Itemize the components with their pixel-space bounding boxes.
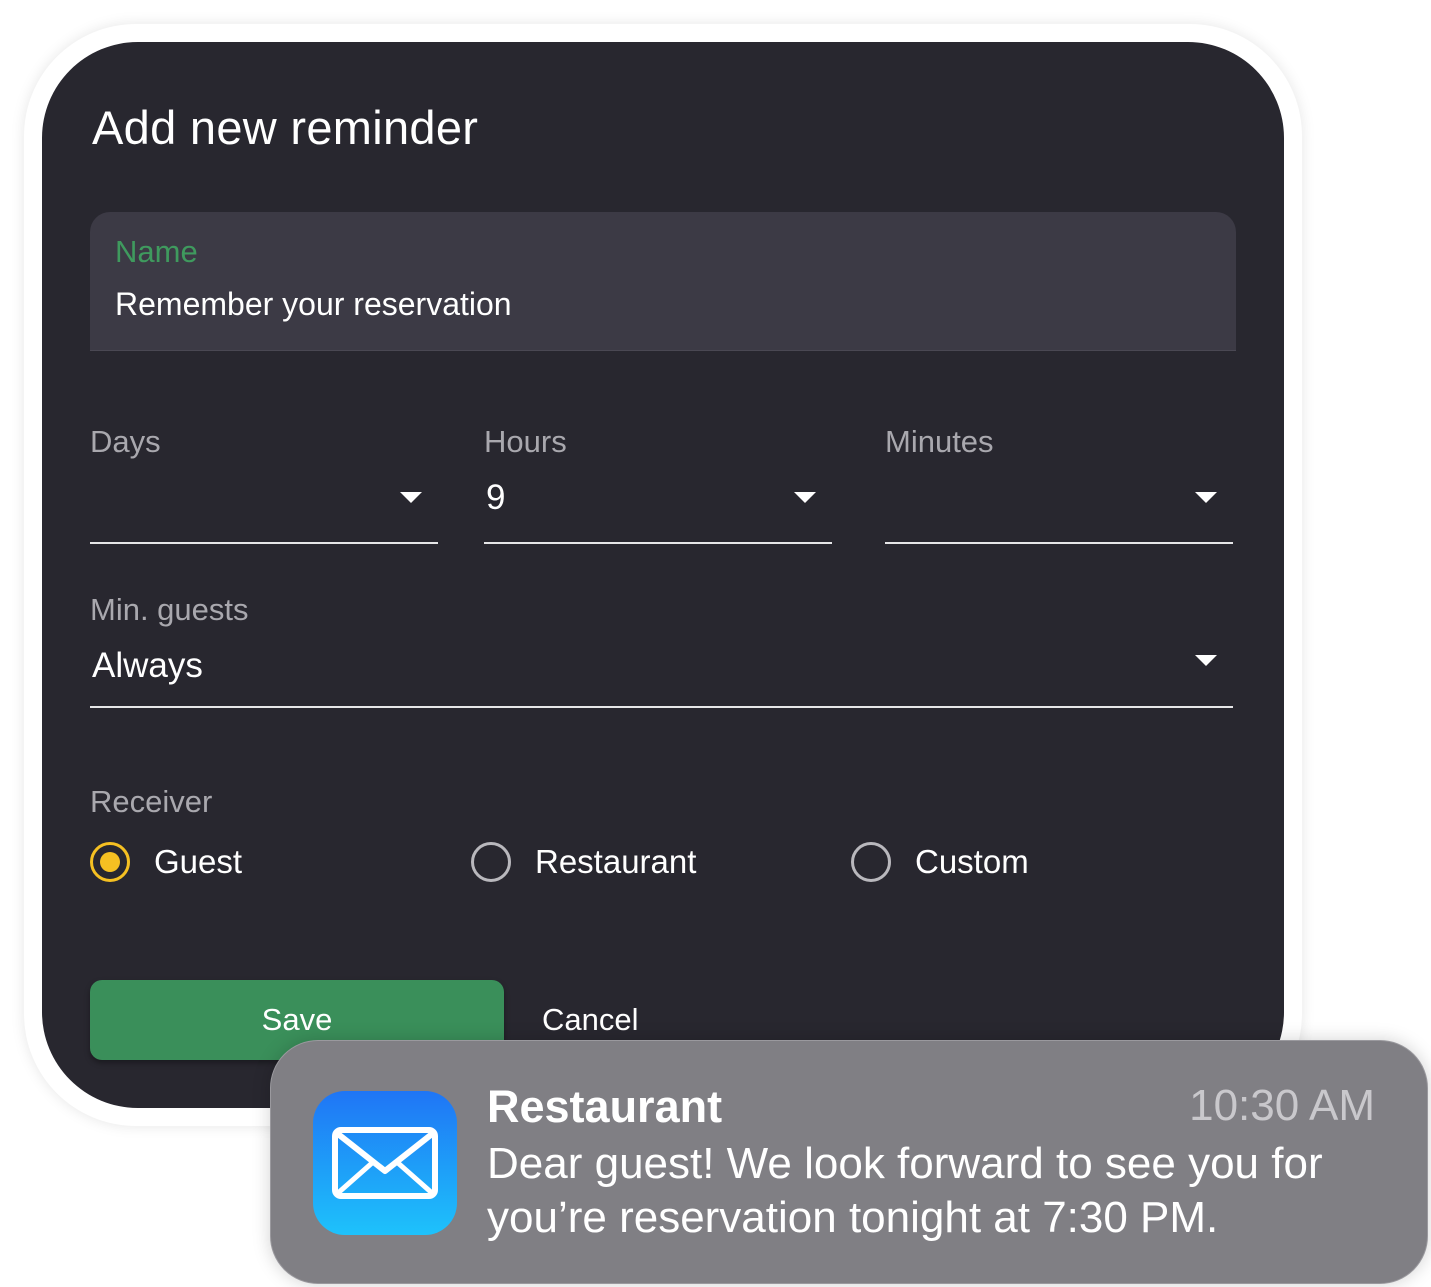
hours-select[interactable]: Hours 9 bbox=[484, 424, 832, 544]
min-guests-value: Always bbox=[92, 646, 203, 685]
add-reminder-dialog: Add new reminder Name Remember your rese… bbox=[42, 42, 1284, 1108]
radio-restaurant[interactable]: Restaurant bbox=[471, 838, 696, 886]
receiver-label: Receiver bbox=[90, 784, 213, 819]
push-notification[interactable]: Restaurant 10:30 AM Dear guest! We look … bbox=[270, 1040, 1428, 1284]
name-field-value[interactable]: Remember your reservation bbox=[115, 286, 512, 323]
chevron-down-icon[interactable] bbox=[1195, 492, 1217, 503]
radio-custom-label: Custom bbox=[915, 843, 1029, 880]
days-underline bbox=[90, 542, 438, 544]
hours-value: 9 bbox=[486, 478, 506, 517]
name-field[interactable]: Name Remember your reservation bbox=[90, 212, 1236, 351]
notification-time: 10:30 AM bbox=[1189, 1081, 1375, 1130]
min-guests-underline bbox=[90, 706, 1233, 708]
hours-label: Hours bbox=[484, 424, 567, 459]
mail-icon bbox=[313, 1091, 457, 1235]
radio-guest[interactable]: Guest bbox=[90, 838, 242, 886]
dialog-title: Add new reminder bbox=[92, 101, 479, 154]
min-guests-select[interactable]: Min. guests Always bbox=[90, 592, 1233, 708]
minutes-underline bbox=[885, 542, 1233, 544]
radio-unselected-icon[interactable] bbox=[851, 842, 891, 882]
chevron-down-icon[interactable] bbox=[1195, 655, 1217, 666]
days-label: Days bbox=[90, 424, 161, 459]
notification-app-name: Restaurant bbox=[487, 1081, 723, 1132]
hours-underline bbox=[484, 542, 832, 544]
radio-unselected-icon[interactable] bbox=[471, 842, 511, 882]
notification-message: Dear guest! We look forward to see you f… bbox=[487, 1139, 1323, 1242]
radio-restaurant-label: Restaurant bbox=[535, 843, 697, 880]
days-select[interactable]: Days bbox=[90, 424, 438, 544]
chevron-down-icon[interactable] bbox=[400, 492, 422, 503]
radio-selected-icon[interactable] bbox=[90, 842, 130, 882]
minutes-select[interactable]: Minutes bbox=[885, 424, 1233, 544]
minutes-label: Minutes bbox=[885, 424, 994, 459]
radio-custom[interactable]: Custom bbox=[851, 838, 1029, 886]
radio-guest-label: Guest bbox=[154, 843, 243, 880]
min-guests-label: Min. guests bbox=[90, 592, 249, 627]
name-field-label: Name bbox=[115, 234, 198, 269]
chevron-down-icon[interactable] bbox=[794, 492, 816, 503]
